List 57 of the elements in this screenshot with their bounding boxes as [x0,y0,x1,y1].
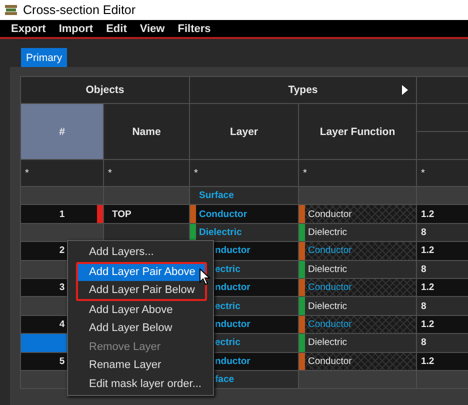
cell-text: Conductor [308,318,352,330]
menu-item[interactable]: Import [54,22,102,34]
column-header [417,132,468,159]
cell-text: Dielectric [199,226,242,238]
table-cell [417,187,468,204]
cell-text: Dielectric [308,226,348,238]
cell-text: nductor [215,282,250,294]
column-header[interactable]: Layer [190,104,298,159]
table-cell: 8 [417,260,468,278]
row-number: 1 [59,208,65,220]
menu-item[interactable]: Edit mask layer order... [68,374,213,393]
menu-item[interactable]: Edit [101,22,135,34]
cell-text: Dielectric [308,264,348,275]
column-header[interactable]: # [21,104,103,159]
table-cell: 8 [417,334,468,352]
table-cell: TOP [104,205,189,223]
cell-text: Conductor [308,356,352,367]
cell-text: nductor [215,356,250,367]
header-text: Types [288,84,318,96]
filter-cell[interactable]: * [104,160,189,186]
column-header [417,104,468,131]
caret-icon[interactable] [402,85,408,95]
cell-text: ectric [215,264,240,275]
column-header[interactable]: Name [104,104,189,159]
cell-text: Conductor [308,245,352,256]
filter-cell[interactable]: * [21,160,103,186]
layers-icon [4,4,18,16]
column-header[interactable]: Layer Function [299,104,416,159]
cell-text: Conductor [308,208,352,220]
menu-item[interactable]: View [134,22,173,34]
menu-item[interactable]: Add Layer Pair Above [78,264,205,281]
table-cell: 8 [417,224,468,242]
tab[interactable]: Primary [21,48,68,67]
cursor-icon [199,268,211,286]
cell-text: Conductor [199,208,248,220]
cell-text: Dielectric [308,300,348,312]
cell-text: Conductor [308,282,352,294]
menu-item[interactable]: Export [6,22,54,34]
cell-text: face [215,374,234,386]
filter-cell[interactable]: * [417,160,468,186]
table-cell: 1.2 [417,242,468,260]
filter-cell[interactable]: * [190,160,298,186]
window-title: Cross-section Editor [23,3,136,17]
cell-text: ectric [215,300,240,312]
filter-cell[interactable]: * [299,160,416,186]
menu-item[interactable]: Filters [172,22,219,34]
table-cell: 1.2 [417,316,468,334]
table-cell: 1.2 [417,205,468,223]
cell-text: ectric [215,337,240,348]
cell-text: Dielectric [308,337,348,348]
cell-text: nductor [215,318,250,330]
cell-text: Surface [199,190,234,202]
cell-text: nductor [215,245,250,256]
table-cell: 1.2 [417,352,468,370]
table-cell: 1.2 [417,278,468,296]
table-cell: 8 [417,297,468,315]
group-header: Objects [21,77,189,103]
